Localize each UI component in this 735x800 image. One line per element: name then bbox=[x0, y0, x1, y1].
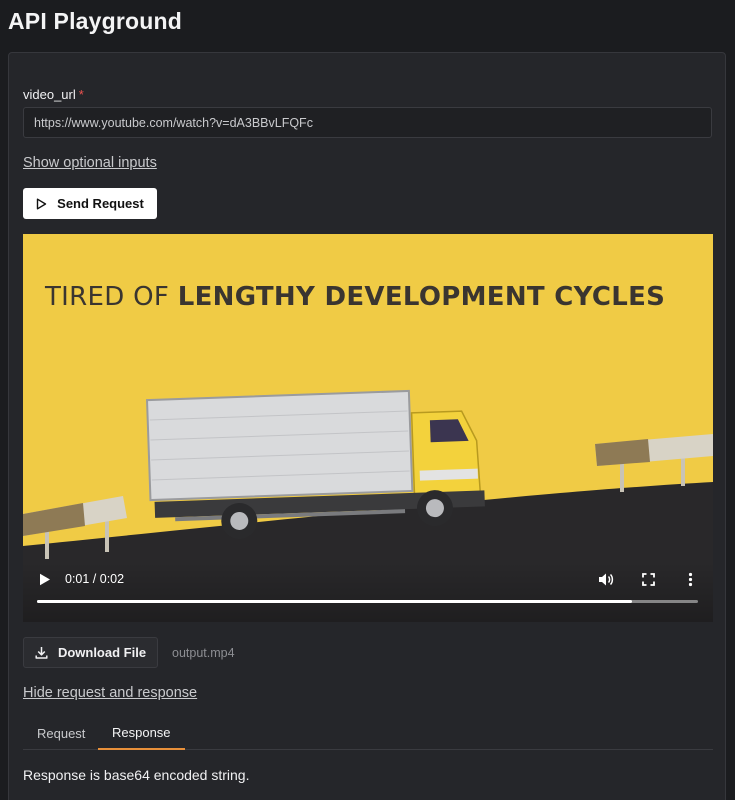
video-caption-light: TIRED OF bbox=[45, 282, 178, 312]
video-player[interactable]: TIRED OF LENGTHY DEVELOPMENT CYCLES 0:01… bbox=[23, 234, 713, 622]
volume-icon[interactable] bbox=[598, 572, 614, 587]
fullscreen-icon[interactable] bbox=[642, 573, 655, 586]
download-file-button[interactable]: Download File bbox=[23, 637, 158, 668]
tab-response[interactable]: Response bbox=[98, 717, 185, 750]
required-marker: * bbox=[78, 87, 84, 102]
show-optional-inputs-link[interactable]: Show optional inputs bbox=[23, 155, 157, 171]
video-progress-bar[interactable] bbox=[37, 600, 698, 603]
video-progress-fill bbox=[37, 600, 632, 603]
video-url-label-text: video_url bbox=[23, 87, 76, 102]
response-message: Response is base64 encoded string. bbox=[23, 767, 250, 783]
video-caption: TIRED OF LENGTHY DEVELOPMENT CYCLES bbox=[45, 282, 665, 312]
tab-request[interactable]: Request bbox=[23, 717, 99, 750]
video-caption-bold: LENGTHY DEVELOPMENT CYCLES bbox=[177, 282, 666, 312]
download-icon bbox=[35, 647, 48, 659]
output-file-name: output.mp4 bbox=[172, 646, 235, 660]
hide-request-response-link[interactable]: Hide request and response bbox=[23, 685, 197, 701]
download-file-label: Download File bbox=[57, 645, 147, 660]
video-url-label: video_url * bbox=[23, 87, 84, 102]
playground-panel: video_url* Show optional inputs Send Req… bbox=[8, 52, 726, 800]
video-time: 0:01 / 0:02 bbox=[65, 572, 125, 586]
more-options-icon[interactable] bbox=[688, 572, 693, 587]
video-controls-bar bbox=[23, 562, 713, 622]
play-icon[interactable] bbox=[39, 573, 51, 586]
send-request-label: Send Request bbox=[57, 196, 144, 211]
page-title: API Playground bbox=[8, 8, 183, 34]
send-play-icon bbox=[36, 198, 47, 209]
video-url-input[interactable] bbox=[23, 107, 712, 138]
send-request-button[interactable]: Send Request bbox=[23, 188, 157, 219]
request-response-tabs: Request Response bbox=[23, 717, 713, 750]
